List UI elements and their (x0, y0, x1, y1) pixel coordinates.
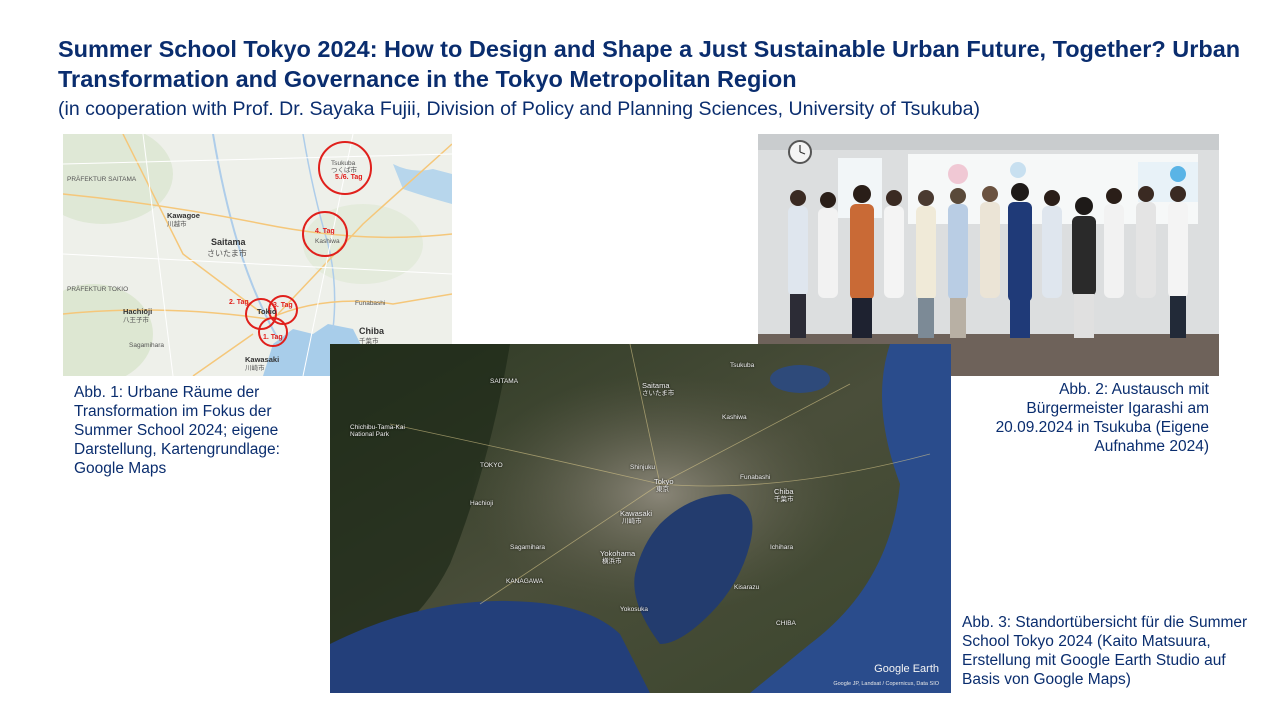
map-label-kawagoe-jp: 川越市 (167, 221, 187, 228)
sat-label-kashiwa: Kashiwa (722, 414, 747, 421)
sat-label-chiba: Chiba (774, 487, 794, 496)
map-label-funabashi: Funabashi (355, 300, 386, 307)
google-earth-logo: Google Earth (874, 663, 939, 675)
tag56-label: 5./6. Tag (335, 174, 363, 181)
sat-label-kawasaki-jp: 川崎市 (622, 518, 642, 525)
sat-label-kawasaki: Kawasaki (620, 509, 653, 518)
map-label-kawasaki: Kawasaki (245, 355, 280, 364)
map-label-saitama: Saitama (211, 237, 246, 247)
map-label-prefektur-saitama: PRÄFEKTUR SAITAMA (67, 176, 137, 183)
sat-label-tokyo: Tokyo (654, 477, 674, 486)
map-label-sagamihara: Sagamihara (129, 342, 165, 349)
map-label-kawagoe: Kawagoe (167, 211, 200, 220)
sat-label-yokosuka: Yokosuka (620, 606, 648, 613)
sat-label-chichibu: Chichibu-Tama-Kai National Park (350, 424, 405, 438)
sat-label-chiba-pref: CHIBA (776, 620, 796, 627)
tokyo-region-map: PRÄFEKTUR SAITAMA Kawagoe 川越市 Saitama さい… (63, 134, 452, 376)
sat-label-saitama-jp: さいたま市 (642, 390, 675, 397)
sat-label-kisarazu: Kisarazu (734, 584, 760, 591)
sat-label-tsukuba: Tsukuba (730, 362, 755, 369)
map-label-chiba: Chiba (359, 326, 385, 336)
group-photo (758, 134, 1219, 376)
tag1-label: 1. Tag (263, 334, 283, 341)
map-background (63, 134, 452, 376)
imagery-credit: Google JP, Landsat / Copernicus, Data SI… (833, 681, 939, 687)
tag2-label: 2. Tag (229, 299, 249, 306)
map-label-hachioji: Hachiōji (123, 307, 153, 316)
figure2-caption: Abb. 2: Austausch mit Bürgermeister Igar… (995, 381, 1209, 455)
slide-subtitle: (in cooperation with Prof. Dr. Sayaka Fu… (58, 98, 980, 120)
sat-label-saitama: Saitama (642, 381, 670, 390)
map-label-saitama-jp: さいたま市 (207, 249, 247, 258)
map-label-hachioji-jp: 八王子市 (123, 317, 149, 324)
slide-title: Summer School Tokyo 2024: How to Design … (58, 36, 1241, 92)
sat-label-sagamihara: Sagamihara (510, 544, 546, 551)
sat-label-tokyo-pref: TOKYO (480, 462, 503, 469)
sat-label-yokohama: Yokohama (600, 549, 636, 558)
map-label-kawasaki-jp: 川崎市 (245, 365, 265, 372)
group-photo-image (758, 134, 1219, 376)
sat-label-hachioji: Hachioji (470, 500, 494, 507)
figure1-caption: Abb. 1: Urbane Räume der Transformation … (74, 384, 280, 477)
sat-label-tokyo-jp: 東京 (656, 486, 669, 493)
map-label-kashiwa: Kashiwa (315, 238, 340, 245)
figure3-caption: Abb. 3: Standortübersicht für die Summer… (962, 614, 1248, 688)
tag3-label: 3. Tag (273, 302, 293, 309)
satellite-overview-map: SAITAMA Saitama さいたま市 Tsukuba Kashiwa Ch… (330, 344, 951, 693)
sat-label-funabashi: Funabashi (740, 474, 771, 481)
sat-label-shinjuku: Shinjuku (630, 464, 655, 471)
tag4-label: 4. Tag (315, 228, 335, 235)
sat-label-ichihara: Ichihara (770, 544, 794, 551)
map-label-prefektur-tokio: PRÄFEKTUR TOKIO (67, 286, 129, 293)
sat-label-chiba-jp: 千葉市 (774, 496, 794, 503)
sat-label-kanagawa: KANAGAWA (506, 578, 544, 585)
sat-label-saitama-pref: SAITAMA (490, 378, 519, 385)
map-label-tsukuba: Tsukuba (331, 160, 356, 167)
map-label-tsukuba-jp: つくば市 (331, 167, 357, 174)
sat-label-yokohama-jp: 横浜市 (602, 558, 622, 565)
